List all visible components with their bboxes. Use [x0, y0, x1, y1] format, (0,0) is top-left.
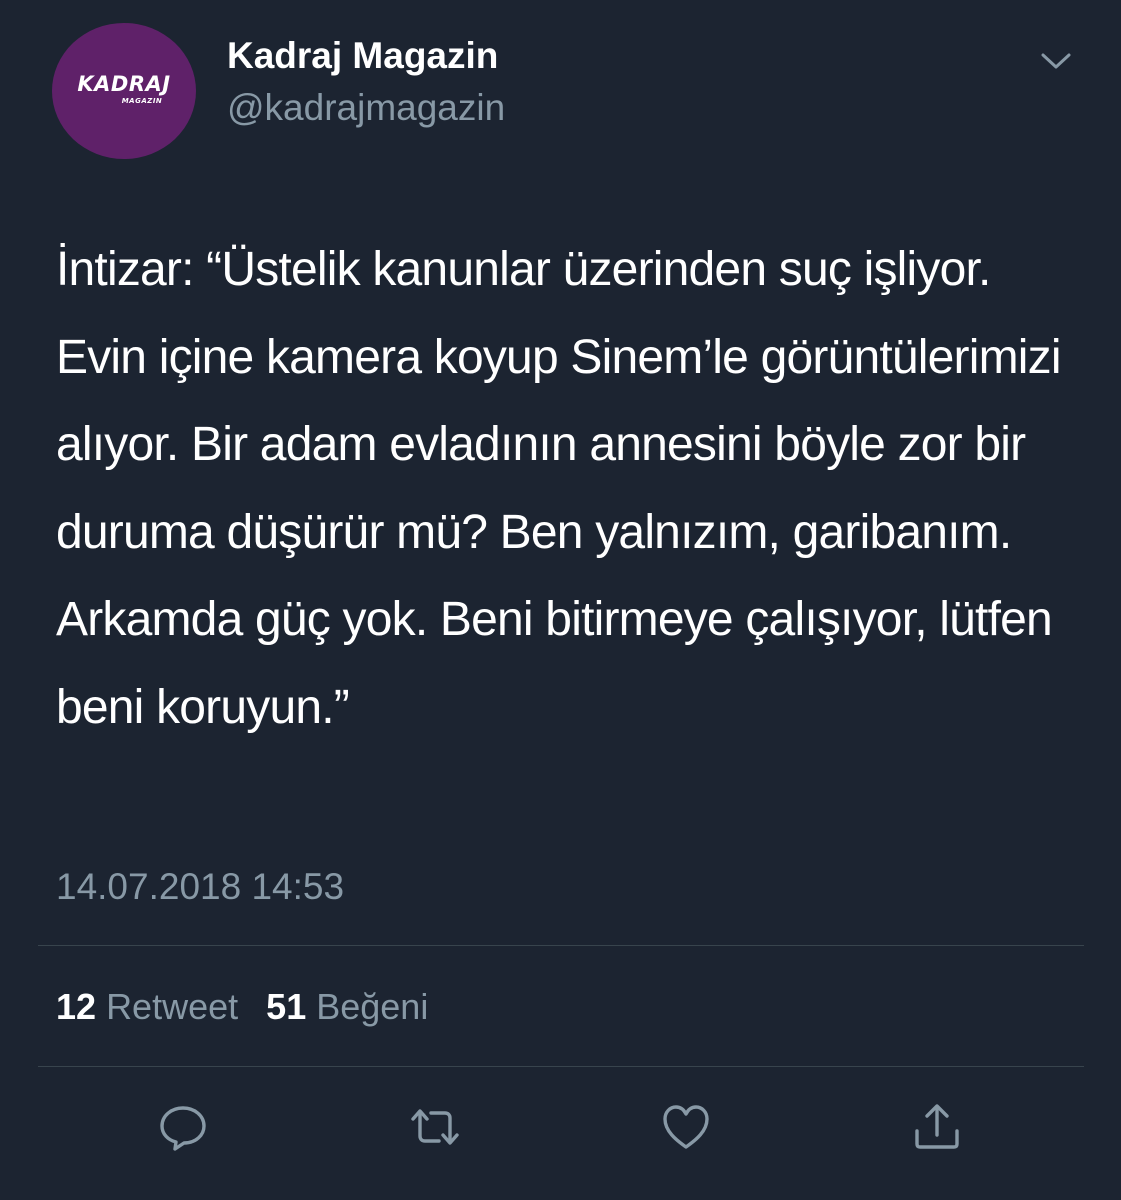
tweet-text: İntizar: “Üstelik kanunlar üzerinden suç…	[56, 243, 1062, 734]
like-button[interactable]	[659, 1100, 713, 1154]
retweet-label: Retweet	[106, 986, 239, 1027]
avatar-logo-subtext: MAGAZIN	[121, 97, 163, 105]
share-button[interactable]	[910, 1100, 964, 1154]
tweet-timestamp[interactable]: 14.07.2018 14:53	[56, 862, 344, 912]
retweet-count: 12	[56, 986, 97, 1027]
avatar-logo-text: KADRAJ	[77, 72, 171, 96]
like-label: Beğeni	[316, 986, 429, 1027]
tweet-stats: 12 Retweet 51 Beğeni	[56, 983, 428, 1031]
tweet-detail: KADRAJ MAGAZIN Kadraj Magazin @kadrajmag…	[0, 0, 1121, 1200]
like-count: 51	[266, 986, 307, 1027]
retweet-button[interactable]	[408, 1100, 462, 1154]
heart-icon	[663, 1105, 709, 1149]
retweet-icon	[411, 1109, 459, 1145]
retweet-stat[interactable]: 12 Retweet	[56, 986, 248, 1027]
chevron-down-icon[interactable]	[1040, 50, 1072, 72]
avatar[interactable]: KADRAJ MAGAZIN	[52, 23, 196, 159]
reply-button[interactable]	[156, 1100, 210, 1154]
author-handle[interactable]: @kadrajmagazin	[227, 86, 505, 130]
speech-bubble-icon	[160, 1106, 206, 1151]
author-display-name[interactable]: Kadraj Magazin	[227, 34, 498, 78]
like-stat[interactable]: 51 Beğeni	[266, 986, 428, 1027]
share-icon	[915, 1104, 959, 1149]
divider	[38, 945, 1084, 946]
divider	[38, 1066, 1084, 1067]
